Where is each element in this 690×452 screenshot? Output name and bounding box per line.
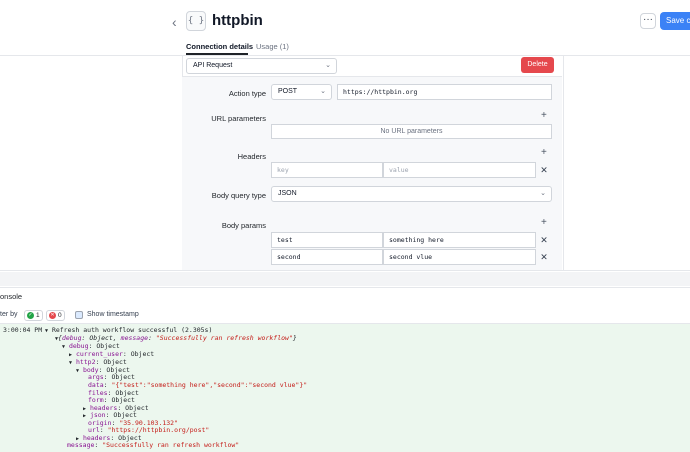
header-key-input[interactable]: key [271, 162, 383, 178]
error-circle-icon: ✕ [49, 312, 56, 319]
add-url-parameter-icon[interactable]: + [541, 111, 547, 121]
show-timestamp-label: Show timestamp [87, 311, 139, 318]
back-chevron-icon[interactable]: ‹ [172, 14, 182, 30]
filter-label: ter by [0, 311, 18, 318]
body-param-value-input[interactable]: second vlue [383, 249, 536, 265]
body-query-type-label: Body query type [211, 191, 266, 200]
body-query-type-value: JSON [278, 190, 297, 197]
chevron-down-icon: ⌄ [325, 62, 331, 69]
body-param-key-input[interactable]: test [271, 232, 383, 248]
remove-body-param-icon[interactable]: ✕ [537, 232, 551, 248]
console-resize-handle[interactable] [0, 272, 690, 286]
chevron-down-icon: ⌄ [540, 190, 546, 197]
url-parameters-label: URL parameters [211, 114, 266, 123]
body-params-label: Body params [221, 221, 266, 230]
success-filter-toggle[interactable]: ✓ 1 [24, 310, 43, 321]
collapse-triangle-icon: ▼ [45, 328, 49, 334]
more-options-button[interactable]: ··· [640, 13, 656, 29]
add-body-param-icon[interactable]: + [541, 218, 547, 228]
body-param-key-input[interactable]: second [271, 249, 383, 265]
auth-type-value: API Request [193, 62, 233, 69]
header-value-input[interactable]: value [383, 162, 536, 178]
delete-button[interactable]: Delete [521, 57, 554, 73]
body-query-type-select[interactable]: JSON ⌄ [271, 186, 552, 202]
remove-header-icon[interactable]: ✕ [537, 162, 551, 178]
remove-body-param-icon[interactable]: ✕ [537, 249, 551, 265]
headers-label: Headers [237, 152, 266, 161]
check-circle-icon: ✓ [27, 312, 34, 319]
connection-icon: { } [186, 11, 206, 31]
error-filter-toggle[interactable]: ✕ 0 [46, 310, 65, 321]
url-parameters-empty-state: No URL parameters [271, 124, 552, 139]
console-divider [0, 270, 690, 271]
console-title: onsole [0, 292, 23, 301]
tab-connection-details[interactable]: Connection details [186, 42, 253, 51]
http-method-select[interactable]: POST ⌄ [271, 84, 332, 100]
action-type-label: Action type [228, 89, 266, 98]
page-title: httpbin [212, 12, 263, 29]
http-method-value: POST [278, 88, 298, 95]
action-url-input[interactable]: https://httpbin.org [337, 84, 552, 100]
tab-usage[interactable]: Usage (1) [256, 42, 289, 51]
error-count: 0 [58, 312, 62, 319]
success-count: 1 [36, 312, 40, 319]
collapse-triangle-icon: ▼ [55, 336, 59, 342]
show-timestamp-checkbox[interactable] [75, 311, 83, 319]
chevron-down-icon: ⌄ [320, 88, 326, 95]
save-changes-button[interactable]: Save ch [660, 12, 690, 30]
body-param-value-input[interactable]: something here [383, 232, 536, 248]
auth-type-select[interactable]: API Request ⌄ [186, 58, 337, 74]
console-header [0, 287, 690, 309]
add-header-icon[interactable]: + [541, 148, 547, 158]
log-message: Refresh auth workflow successful (2.305s… [51, 326, 213, 334]
log-tree-node-message: message: "Successfully ran refresh workf… [67, 441, 240, 449]
log-timestamp: 3:00:04 PM [3, 326, 43, 334]
